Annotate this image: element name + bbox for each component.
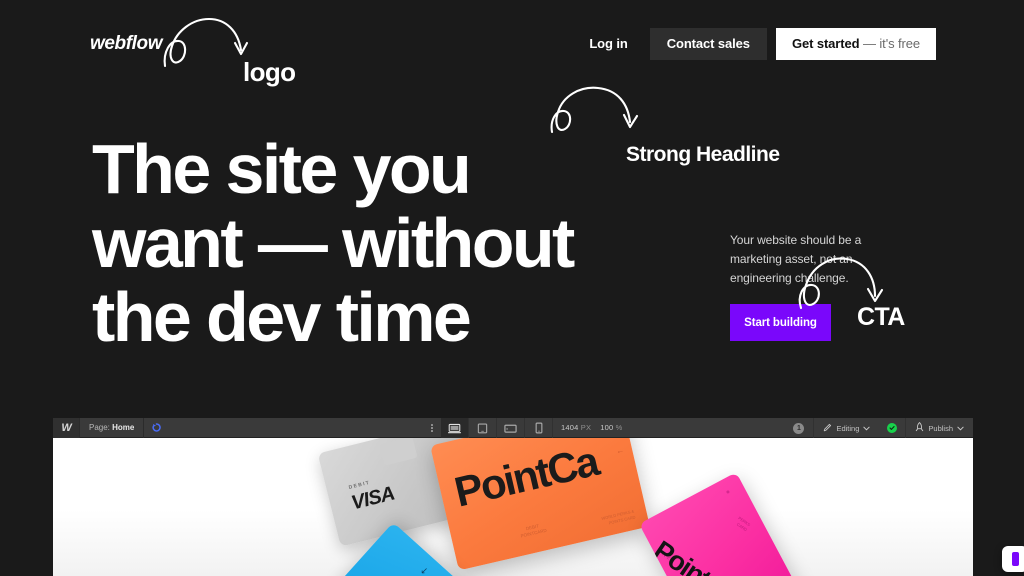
canvas-width-group: 1404 PX: [561, 418, 591, 438]
canvas-width-value: 1404: [561, 423, 579, 432]
get-started-button[interactable]: Get started — it's free: [775, 28, 936, 60]
check-circle-icon: [887, 423, 898, 433]
pink-pointcard-graphic: N-2 PointCa PERKS CARD: [639, 472, 801, 576]
pink-card-brand: PointCa: [648, 534, 743, 576]
corner-floating-widget[interactable]: [1002, 546, 1024, 572]
publish-label: Publish: [928, 423, 953, 433]
editing-label: Editing: [836, 423, 860, 433]
rocket-icon: [915, 421, 924, 434]
orange-card-arrow-icon: ←: [615, 445, 625, 456]
login-link[interactable]: Log in: [571, 28, 645, 60]
pink-card-dot: [725, 489, 730, 494]
annotation-label-logo: logo: [243, 57, 296, 87]
webflow-designer-logo-icon[interactable]: W: [53, 418, 79, 438]
headline-line-3: the dev time: [92, 278, 472, 356]
breakpoint-switcher: [441, 418, 553, 438]
orange-card-brand: PointCa: [450, 438, 602, 516]
designer-toolbar-right: 1 Editing Publish: [784, 418, 973, 438]
widget-icon: [1011, 552, 1019, 566]
get-started-sublabel: — it's free: [862, 36, 920, 51]
chevron-down-icon: [863, 424, 871, 433]
mobile-icon[interactable]: [525, 418, 553, 438]
designer-canvas[interactable]: DEBIT VISA N-2 ← PointCa DEBITPOINTCARD …: [53, 438, 973, 576]
page-root: webflow Log in Contact sales Get started…: [0, 0, 1024, 576]
zoom-group: 100 %: [600, 418, 622, 438]
hero-headline: The site you want — without the dev time: [92, 132, 692, 354]
contact-sales-button[interactable]: Contact sales: [649, 28, 767, 60]
visa-chip: [379, 438, 418, 466]
blue-card-arrow-icon: ↙: [420, 565, 429, 576]
page-name-label: Home: [112, 422, 135, 432]
headline-line-1: The site you: [92, 130, 472, 208]
tablet-icon[interactable]: [469, 418, 497, 438]
kebab-menu-icon[interactable]: [423, 418, 441, 438]
tablet-landscape-icon[interactable]: [497, 418, 525, 438]
webflow-designer-panel: W Page: Home 1404 PX 100 % 1 Editing Pub…: [53, 418, 973, 576]
chevron-down-icon: [957, 424, 964, 433]
annotation-label-headline: Strong Headline: [626, 143, 780, 166]
editing-mode-dropdown[interactable]: Editing: [813, 418, 879, 438]
zoom-value: 100: [600, 423, 614, 432]
orange-card-microtext-a: DEBIT POINTCARD: [520, 523, 548, 539]
sync-icon[interactable]: [144, 418, 168, 438]
nav-actions: Log in Contact sales Get started — it's …: [571, 28, 936, 60]
page-prefix-label: Page:: [89, 422, 110, 432]
canvas-width-unit: PX: [580, 423, 592, 432]
headline-line-2: want — without: [92, 204, 575, 282]
get-started-label: Get started: [791, 36, 860, 51]
zoom-unit: %: [615, 423, 623, 432]
canvas-dimensions[interactable]: 1404 PX 100 %: [561, 418, 623, 438]
webflow-logo[interactable]: webflow: [90, 33, 163, 55]
desktop-icon[interactable]: [441, 418, 469, 438]
page-selector[interactable]: Page: Home: [79, 418, 145, 438]
publish-dropdown[interactable]: Publish: [905, 418, 973, 438]
hero-subtext: Your website should be a marketing asset…: [730, 233, 862, 285]
top-navigation-bar: webflow Log in Contact sales Get started…: [0, 0, 1024, 88]
orange-card-microtext-b: WORLD PERKS & POINTS CARD: [600, 508, 636, 525]
annotation-label-cta: CTA: [857, 303, 905, 331]
pink-card-microtext: PERKS CARD: [736, 515, 752, 532]
orange-pointcard-graphic: N-2 ← PointCa DEBITPOINTCARD WORLD PERKS…: [430, 438, 650, 571]
collaborator-avatar[interactable]: 1: [793, 422, 805, 434]
designer-toolbar: W Page: Home 1404 PX 100 % 1 Editing Pub…: [53, 418, 973, 438]
start-building-button[interactable]: Start building: [730, 304, 831, 341]
pen-icon: [823, 423, 832, 434]
